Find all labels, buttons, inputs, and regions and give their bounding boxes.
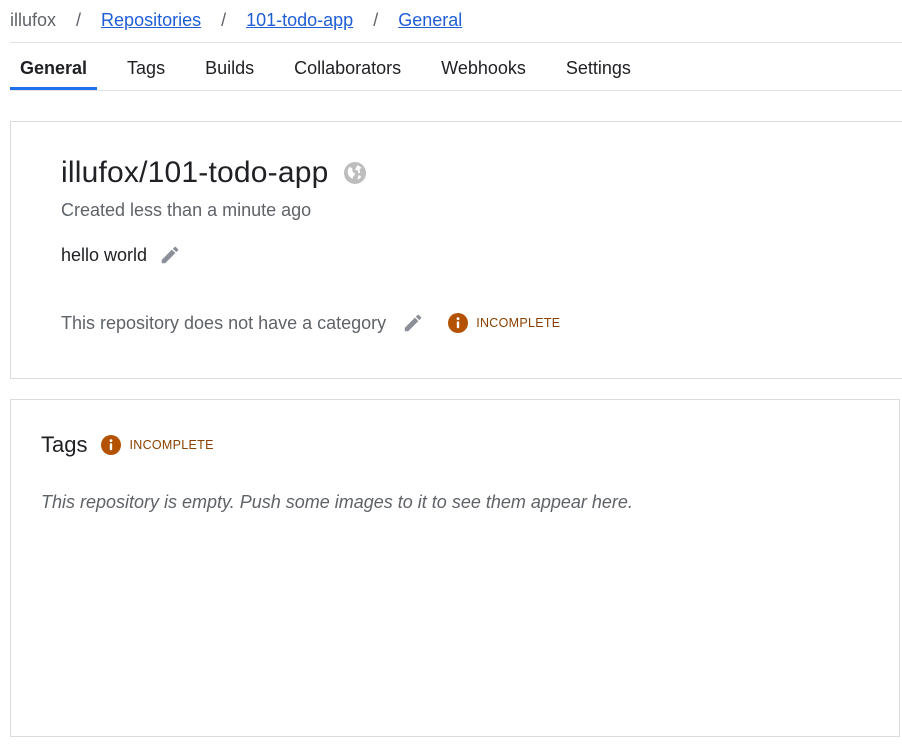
edit-category-pencil-icon[interactable] [402,312,424,334]
category-row: This repository does not have a category… [61,312,560,334]
tab-general[interactable]: General [10,48,98,90]
breadcrumb-owner: illufox [10,9,57,30]
category-text: This repository does not have a category [61,312,387,333]
tab-builds[interactable]: Builds [195,48,264,90]
tab-webhooks[interactable]: Webhooks [431,48,536,90]
tab-settings[interactable]: Settings [556,48,641,90]
breadcrumb-repo-link[interactable]: 101-todo-app [246,10,353,31]
tab-bar: General Tags Builds Collaborators Webhoo… [10,48,902,91]
description-row: hello world [61,244,181,266]
repo-created-text: Created less than a minute ago [61,200,312,220]
divider [10,42,902,43]
breadcrumb: illufox / Repositories / 101-todo-app / … [10,8,462,32]
tags-empty-message: This repository is empty. Push some imag… [41,492,633,512]
status-label: INCOMPLETE [476,316,561,330]
breadcrumb-separator: / [373,9,379,30]
tags-card: Tags INCOMPLETE This repository is empty… [10,399,900,737]
tags-header: Tags INCOMPLETE [41,432,214,458]
tags-status-badge: INCOMPLETE [101,435,213,455]
general-card: illufox/101-todo-app Created less than a… [10,121,902,379]
status-label: INCOMPLETE [129,438,214,452]
info-warning-icon [448,313,469,333]
tab-collaborators[interactable]: Collaborators [284,48,411,90]
info-warning-icon [101,435,122,455]
repo-description: hello world [61,244,148,265]
globe-icon [343,161,367,185]
tab-tags[interactable]: Tags [117,48,175,90]
repo-title-row: illufox/101-todo-app [61,156,367,190]
edit-description-pencil-icon[interactable] [159,244,181,266]
breadcrumb-general-link[interactable]: General [398,10,462,31]
breadcrumb-repositories-link[interactable]: Repositories [101,10,201,31]
tags-title: Tags [41,432,88,457]
category-status-badge: INCOMPLETE [448,313,560,333]
breadcrumb-separator: / [221,9,227,30]
repository-page: illufox / Repositories / 101-todo-app / … [0,0,902,745]
repo-title: illufox/101-todo-app [61,156,329,189]
breadcrumb-separator: / [76,9,82,30]
